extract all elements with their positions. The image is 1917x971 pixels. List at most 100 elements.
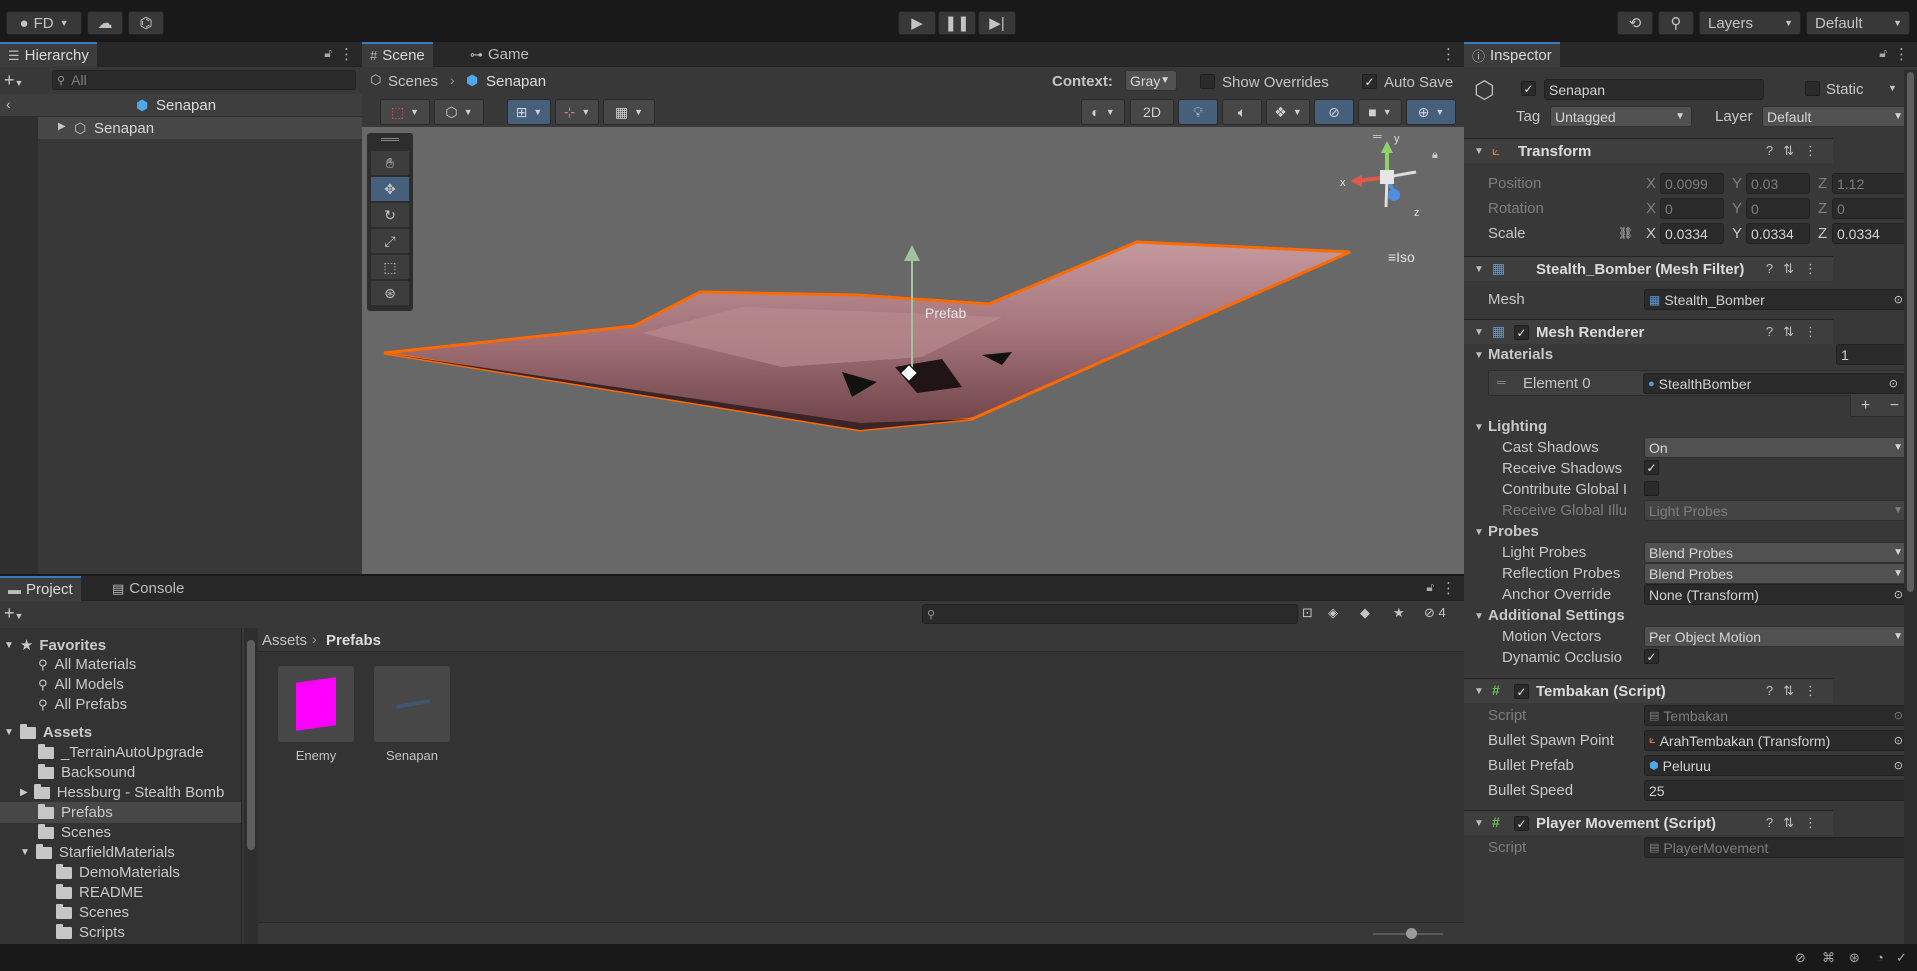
label-filter-icon[interactable]: ◆ — [1360, 605, 1370, 621]
menu-icon[interactable]: ⋮ — [339, 45, 354, 63]
breadcrumb-senapan[interactable]: Senapan — [486, 73, 546, 90]
check-icon[interactable]: ✓ — [1896, 950, 1907, 966]
scale-tool[interactable]: ⤢ — [371, 229, 409, 253]
play-button[interactable]: ▶ — [898, 11, 936, 35]
hierarchy-search[interactable]: ⚲ All — [52, 70, 356, 90]
list-item[interactable]: Scripts — [56, 923, 125, 941]
favorite-icon[interactable]: ★ — [1393, 605, 1405, 621]
progress-icon[interactable]: ◔ — [1876, 950, 1884, 965]
receive-shadows-checkbox[interactable]: ✓ — [1644, 460, 1659, 475]
breadcrumb-scenes[interactable]: Scenes — [388, 73, 438, 90]
stealth-bomber-model[interactable] — [362, 127, 1464, 574]
assets-header[interactable]: ▼ Assets — [4, 723, 92, 741]
drag-handle-icon[interactable]: ═ — [1497, 375, 1506, 389]
move-tool[interactable]: ✥ — [371, 177, 409, 201]
tembakan-header[interactable]: ▼ # ✓ Tembakan (Script) ?⇅⋮ — [1464, 678, 1833, 703]
link-icon[interactable]: ⛓ — [1618, 226, 1633, 240]
search-by-type-icon[interactable]: ⊡ — [1302, 605, 1313, 621]
tree-scrollbar[interactable] — [244, 628, 258, 944]
increment-snap-button[interactable]: ⊹ ▼ — [555, 99, 599, 125]
asset-item-enemy[interactable]: Enemy — [278, 666, 354, 766]
pause-button[interactable]: ❚❚ — [938, 11, 976, 35]
collapse-arrow-icon[interactable]: ▼ — [1474, 350, 1484, 361]
player-movement-header[interactable]: ▼ # ✓ Player Movement (Script) ?⇅⋮ — [1464, 810, 1833, 835]
list-item[interactable]: ▶ ⬡ Senapan — [38, 117, 362, 139]
dynamic-occlusion-checkbox[interactable]: ✓ — [1644, 649, 1659, 664]
menu-icon[interactable]: ⋮ — [1441, 45, 1456, 63]
object-picker-icon[interactable]: ⊙ — [1889, 377, 1898, 390]
menu-icon[interactable]: ⋮ — [1441, 579, 1456, 597]
tab-hierarchy[interactable]: ☰ Hierarchy — [0, 42, 97, 67]
mesh-filter-header[interactable]: ▼ ▦ Stealth_Bomber (Mesh Filter) ?⇅⋮ — [1464, 256, 1833, 281]
hidden-packages-toggle[interactable]: ⊘ 4 — [1424, 605, 1446, 621]
global-local-button[interactable]: ⬡ ▼ — [434, 99, 484, 125]
collapse-arrow-icon[interactable]: ▼ — [1474, 611, 1484, 622]
component-actions[interactable]: ?⇅⋮ — [1766, 324, 1827, 340]
cast-shadows-dropdown[interactable]: On ▼ — [1644, 437, 1910, 458]
rotation-y-field[interactable]: 0 — [1746, 198, 1810, 219]
hand-tool[interactable]: ✋︎ — [371, 151, 409, 175]
drag-handle-icon[interactable]: ═ — [1373, 129, 1382, 143]
lock-icon[interactable]: 🔓︎ — [1879, 46, 1887, 61]
materials-count-field[interactable]: 1 — [1836, 344, 1910, 365]
component-actions[interactable]: ?⇅⋮ — [1766, 261, 1827, 277]
scale-x-field[interactable]: 0.0334 — [1660, 223, 1724, 244]
collapse-arrow-icon[interactable]: ▼ — [1474, 527, 1484, 538]
transform-tool[interactable]: ⊛ — [371, 281, 409, 305]
zoom-slider-handle[interactable] — [1406, 928, 1417, 939]
bullet-spawn-field[interactable]: ⟀ ArahTembakan (Transform) ⊙ — [1644, 730, 1910, 751]
component-actions[interactable]: ?⇅⋮ — [1766, 683, 1827, 699]
list-item[interactable]: ⚲ All Models — [38, 676, 124, 693]
list-item[interactable]: _TerrainAutoUpgrade — [38, 743, 204, 761]
context-dropdown[interactable]: Gray ▼ — [1125, 70, 1177, 91]
mode-2d-button[interactable]: 2D — [1130, 99, 1174, 125]
cache-icon[interactable]: ⊛ — [1849, 950, 1860, 966]
tag-dropdown[interactable]: Untagged ▼ — [1550, 106, 1692, 127]
step-button[interactable]: ▶| — [978, 11, 1016, 35]
lighting-toggle[interactable]: 💡︎ — [1178, 99, 1218, 125]
bullet-prefab-field[interactable]: ⬢ Peluruu ⊙ — [1644, 755, 1910, 776]
grid-visibility-button[interactable]: ▦ ▼ — [603, 99, 655, 125]
contribute-gi-checkbox[interactable] — [1644, 481, 1659, 496]
breadcrumb-assets[interactable]: Assets — [262, 632, 307, 649]
create-button[interactable]: +▼ — [4, 70, 23, 91]
scrollbar-thumb[interactable] — [1907, 72, 1914, 592]
bullet-speed-field[interactable]: 25 — [1644, 780, 1910, 801]
create-asset-button[interactable]: +▼ — [4, 603, 23, 624]
light-probes-dropdown[interactable]: Blend Probes ▼ — [1644, 542, 1910, 563]
chevron-down-icon[interactable]: ▼ — [1888, 83, 1897, 93]
object-picker-icon[interactable]: ⊙ — [1894, 588, 1903, 601]
shading-mode-button[interactable]: ◐ ▼ — [1081, 99, 1125, 125]
enabled-checkbox[interactable]: ✓ — [1514, 816, 1529, 831]
list-item[interactable]: Scenes — [56, 903, 129, 921]
list-item[interactable]: ▼ StarfieldMaterials — [20, 843, 175, 861]
draw-mode-button[interactable]: ⬚ ▼ — [380, 99, 430, 125]
gizmos-dropdown[interactable]: ⊕ ▼ — [1406, 99, 1456, 125]
rect-tool[interactable]: ⬚ — [371, 255, 409, 279]
transform-header[interactable]: ▼ ⟀ Transform ?⇅⋮ — [1464, 138, 1833, 163]
rotate-tool[interactable]: ↻ — [371, 203, 409, 227]
expand-arrow-icon[interactable]: ▶ — [58, 121, 66, 132]
cloud-button[interactable]: ☁ — [87, 11, 123, 35]
search-button[interactable]: ⚲ — [1658, 11, 1694, 35]
position-y-field[interactable]: 0.03 — [1746, 173, 1810, 194]
rotation-z-field[interactable]: 0 — [1832, 198, 1910, 219]
component-actions[interactable]: ?⇅⋮ — [1766, 815, 1827, 831]
layout-dropdown[interactable]: Default ▼ — [1806, 11, 1910, 35]
account-dropdown[interactable]: ● FD ▼ — [6, 11, 82, 35]
reflection-probes-dropdown[interactable]: Blend Probes ▼ — [1644, 563, 1910, 584]
projection-toggle[interactable]: ≡Iso — [1388, 249, 1415, 265]
asset-item-senapan[interactable]: Senapan — [374, 666, 450, 766]
inspector-scrollbar[interactable] — [1904, 70, 1917, 944]
chevron-left-icon[interactable]: ‹ — [6, 96, 11, 112]
enabled-checkbox[interactable]: ✓ — [1514, 325, 1529, 340]
palette-grip[interactable] — [381, 138, 399, 141]
list-item[interactable]: README — [56, 883, 143, 901]
move-gizmo-y-arrow[interactable] — [904, 245, 920, 261]
breadcrumb-prefabs[interactable]: Prefabs — [326, 632, 381, 649]
effects-dropdown[interactable]: ❖ ▼ — [1266, 99, 1310, 125]
object-picker-icon[interactable]: ⊙ — [1894, 759, 1903, 772]
position-x-field[interactable]: 0.0099 — [1660, 173, 1724, 194]
position-z-field[interactable]: 1.12 — [1832, 173, 1910, 194]
collapse-arrow-icon[interactable]: ▼ — [1474, 422, 1484, 433]
